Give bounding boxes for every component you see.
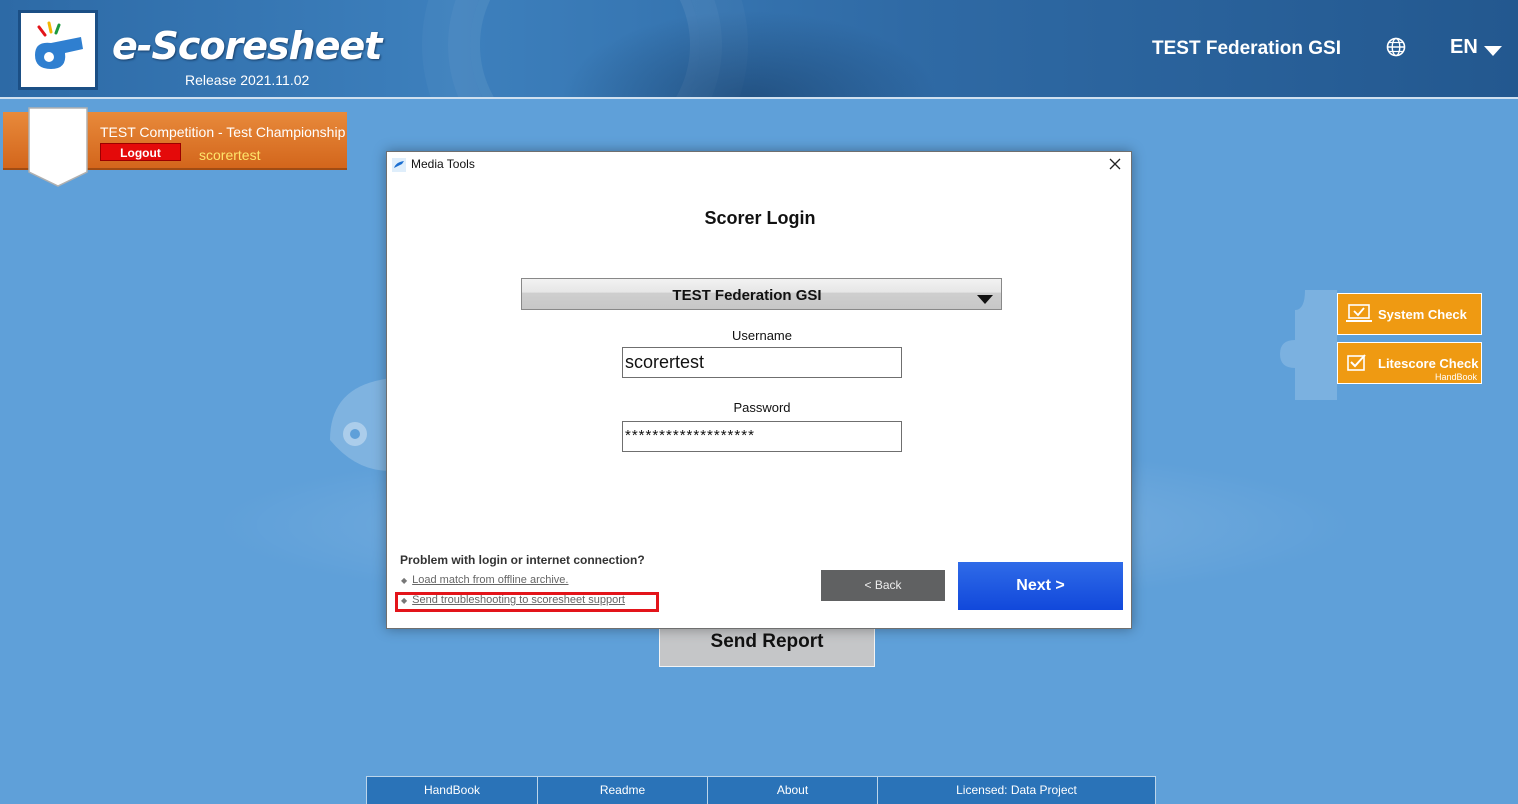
- system-check-label: System Check: [1378, 307, 1467, 322]
- app-header: e-Scoresheet Release 2021.11.02 TEST Fed…: [0, 0, 1518, 99]
- username-label: Username: [732, 328, 792, 343]
- scorer-login-dialog: Media Tools Scorer Login TEST Federation…: [386, 151, 1132, 629]
- laptop-check-icon: [1346, 304, 1372, 327]
- litescore-handbook-label: HandBook: [1434, 372, 1477, 382]
- federation-dropdown[interactable]: TEST Federation GSI: [521, 278, 1002, 310]
- highlight-box: [395, 592, 659, 612]
- footer-readme-link[interactable]: Readme: [538, 777, 708, 804]
- username-input[interactable]: scorertest: [622, 347, 902, 378]
- dropdown-arrow-icon[interactable]: [977, 291, 993, 309]
- release-version: Release 2021.11.02: [185, 72, 310, 88]
- federation-dropdown-value: TEST Federation GSI: [672, 287, 822, 304]
- competition-name: TEST Competition - Test Championship: [100, 124, 346, 140]
- federation-name: TEST Federation GSI: [1152, 38, 1341, 59]
- puzzle-icon: [1275, 280, 1345, 415]
- logout-button[interactable]: Logout: [100, 143, 181, 161]
- system-check-button[interactable]: System Check: [1337, 293, 1482, 335]
- dialog-window-title: Media Tools: [411, 157, 475, 171]
- footer-about-link[interactable]: About: [708, 777, 878, 804]
- litescore-check-button[interactable]: Litescore Check HandBook: [1337, 342, 1482, 384]
- password-input[interactable]: *******************: [622, 421, 902, 452]
- checkbox-icon: [1346, 353, 1368, 376]
- load-offline-archive-link[interactable]: ◆ Load match from offline archive.: [401, 574, 568, 586]
- language-selector[interactable]: EN: [1450, 36, 1478, 59]
- close-icon[interactable]: [1107, 156, 1123, 177]
- shield-icon: [26, 106, 90, 193]
- help-heading: Problem with login or internet connectio…: [400, 553, 645, 567]
- media-tools-app-icon: [392, 158, 406, 177]
- globe-icon[interactable]: [1386, 37, 1406, 62]
- load-offline-archive-label[interactable]: Load match from offline archive.: [412, 574, 568, 586]
- bullet-icon: ◆: [401, 576, 408, 585]
- footer-bar: HandBook Readme About Licensed: Data Pro…: [366, 776, 1156, 804]
- header-hands-graphic: [560, 10, 940, 97]
- chevron-down-icon[interactable]: [1484, 43, 1502, 61]
- litescore-check-label: Litescore Check: [1378, 356, 1479, 371]
- dialog-heading: Scorer Login: [704, 208, 816, 228]
- password-label: Password: [733, 400, 791, 415]
- logged-in-username: scorertest: [199, 147, 261, 163]
- next-button[interactable]: Next >: [958, 562, 1123, 610]
- app-title: e-Scoresheet: [112, 24, 382, 68]
- footer-license-text: Licensed: Data Project: [956, 783, 1077, 797]
- whistle-logo-icon: [18, 10, 98, 90]
- back-button[interactable]: < Back: [821, 570, 945, 601]
- footer-handbook-link[interactable]: HandBook: [367, 777, 538, 804]
